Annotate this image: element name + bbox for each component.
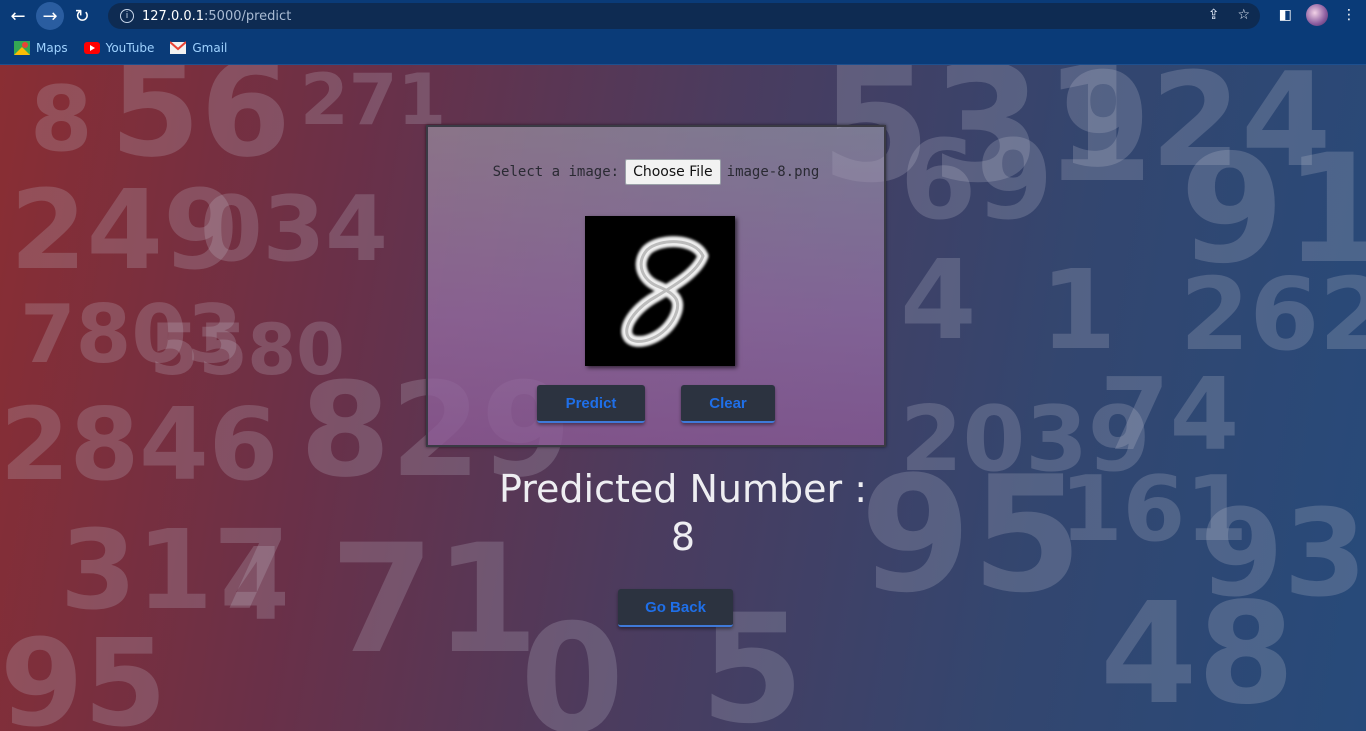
prediction-value: 8 [670, 515, 696, 559]
bookmark-maps[interactable]: Maps [14, 41, 68, 55]
share-icon[interactable]: ⇪ [1208, 7, 1220, 23]
bookmark-youtube[interactable]: YouTube [83, 41, 155, 55]
file-input-label: Select a image: [492, 164, 620, 180]
gmail-icon [170, 41, 187, 54]
prediction-result: Predicted Number : 8 [0, 465, 1366, 561]
file-input-row: Select a image: Choose File image-8.png [428, 159, 884, 185]
url-host: 127.0.0.1 [142, 8, 205, 24]
youtube-icon [83, 42, 100, 54]
menu-icon[interactable]: ⋮ [1342, 7, 1356, 23]
bookmarks-bar: Maps YouTube Gmail [0, 32, 1366, 65]
bookmark-youtube-label: YouTube [105, 41, 155, 55]
browser-toolbar: ← → ↻ i 127.0.0.1:5000/predict ⇪ ☆ ◧ ⋮ [0, 0, 1366, 32]
selected-file-name: image-8.png [726, 164, 820, 180]
side-panel-icon[interactable]: ◧ [1279, 7, 1292, 23]
profile-avatar[interactable] [1306, 4, 1328, 26]
predict-button[interactable]: Predict [537, 385, 645, 423]
digit-preview-image [585, 216, 735, 366]
bookmark-star-icon[interactable]: ☆ [1237, 7, 1250, 23]
reload-icon[interactable]: ↻ [68, 2, 96, 30]
back-icon[interactable]: ← [4, 2, 32, 30]
bookmark-gmail-label: Gmail [192, 41, 228, 55]
choose-file-button[interactable]: Choose File [625, 159, 721, 185]
maps-icon [14, 41, 30, 55]
forward-icon[interactable]: → [36, 2, 64, 30]
site-info-icon[interactable]: i [120, 9, 134, 23]
url-path: :5000/predict [204, 8, 292, 24]
upload-card: Select a image: Choose File image-8.png … [426, 125, 886, 447]
bookmark-maps-label: Maps [36, 41, 68, 55]
address-bar[interactable]: i 127.0.0.1:5000/predict ⇪ ☆ [108, 3, 1260, 29]
go-back-button[interactable]: Go Back [618, 589, 733, 627]
clear-button[interactable]: Clear [681, 385, 775, 423]
bookmark-gmail[interactable]: Gmail [170, 41, 227, 55]
prediction-title: Predicted Number : [499, 467, 867, 511]
page-content: 8 56 271 249 034 7803 5580 2846 317 95 4… [0, 65, 1366, 731]
